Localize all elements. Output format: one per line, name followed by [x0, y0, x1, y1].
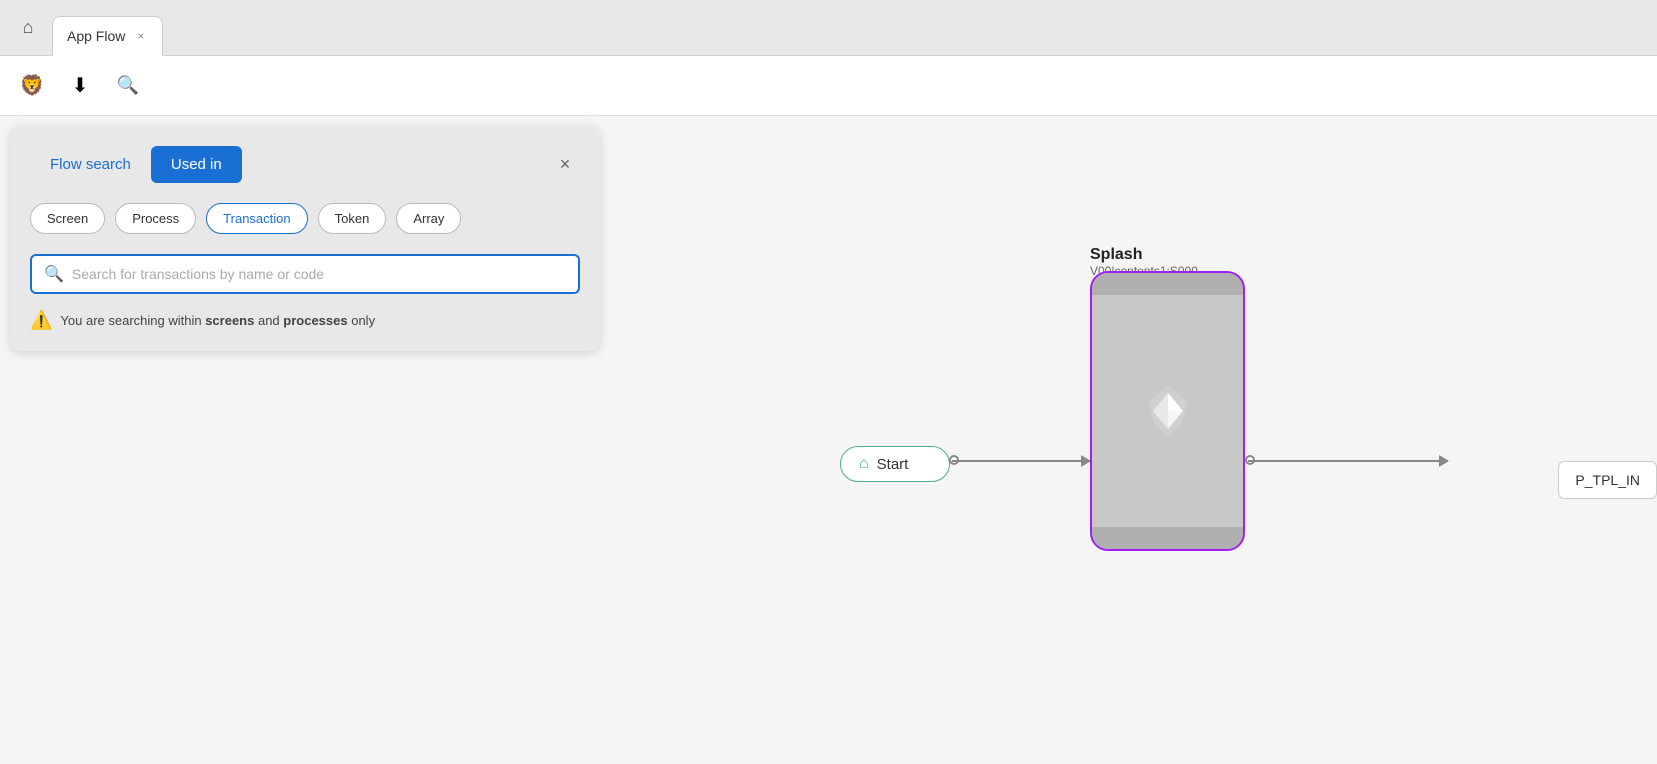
search-input[interactable] [72, 266, 566, 282]
filter-transaction[interactable]: Transaction [206, 203, 307, 234]
filter-row: Screen Process Transaction Token Array [30, 203, 580, 234]
tab-close-button[interactable]: × [133, 27, 148, 45]
avatar-icon: 🦁 [20, 73, 45, 98]
ptpl-label: P_TPL_IN [1575, 472, 1640, 488]
phone-bottom-bar [1092, 527, 1243, 549]
search-panel: Flow search Used in × Screen Process Tra… [10, 126, 600, 351]
start-node[interactable]: ⌂ Start [840, 446, 950, 482]
search-input-icon: 🔍 [44, 264, 64, 284]
used-in-tab[interactable]: Used in [151, 146, 242, 183]
search-button[interactable]: 🔍 [108, 66, 148, 106]
warning-icon: ⚠️ [30, 310, 52, 331]
filter-token[interactable]: Token [318, 203, 387, 234]
app-logo-icon [1143, 381, 1193, 441]
warning-row: ⚠️ You are searching within screens and … [30, 310, 580, 331]
phone-top-bar [1092, 273, 1243, 295]
filter-screen[interactable]: Screen [30, 203, 105, 234]
canvas-area: Flow search Used in × Screen Process Tra… [0, 116, 1657, 764]
download-icon: ⬇ [72, 73, 89, 98]
search-icon: 🔍 [117, 75, 139, 96]
flow-search-tab[interactable]: Flow search [30, 146, 151, 183]
app-flow-tab[interactable]: App Flow × [52, 16, 163, 56]
filter-array[interactable]: Array [396, 203, 461, 234]
warning-text: You are searching within screens and pro… [60, 313, 375, 328]
phone-screen [1092, 295, 1243, 527]
start-label: Start [877, 456, 909, 473]
search-input-wrap: 🔍 [30, 254, 580, 294]
splash-phone-node[interactable] [1090, 271, 1245, 551]
close-panel-button[interactable]: × [550, 150, 580, 180]
start-home-icon: ⌂ [859, 455, 869, 473]
download-button[interactable]: ⬇ [60, 66, 100, 106]
arrow-1 [952, 460, 1090, 462]
tab-bar: ⌂ App Flow × [0, 0, 1657, 56]
tab-label: App Flow [67, 28, 125, 44]
toolbar: 🦁 ⬇ 🔍 [0, 56, 1657, 116]
splash-title: Splash [1090, 246, 1198, 264]
home-button[interactable]: ⌂ [8, 8, 48, 48]
avatar-button[interactable]: 🦁 [12, 66, 52, 106]
panel-header: Flow search Used in × [30, 146, 580, 183]
ptpl-node[interactable]: P_TPL_IN [1558, 461, 1657, 499]
filter-process[interactable]: Process [115, 203, 196, 234]
arrow-2 [1248, 460, 1448, 462]
